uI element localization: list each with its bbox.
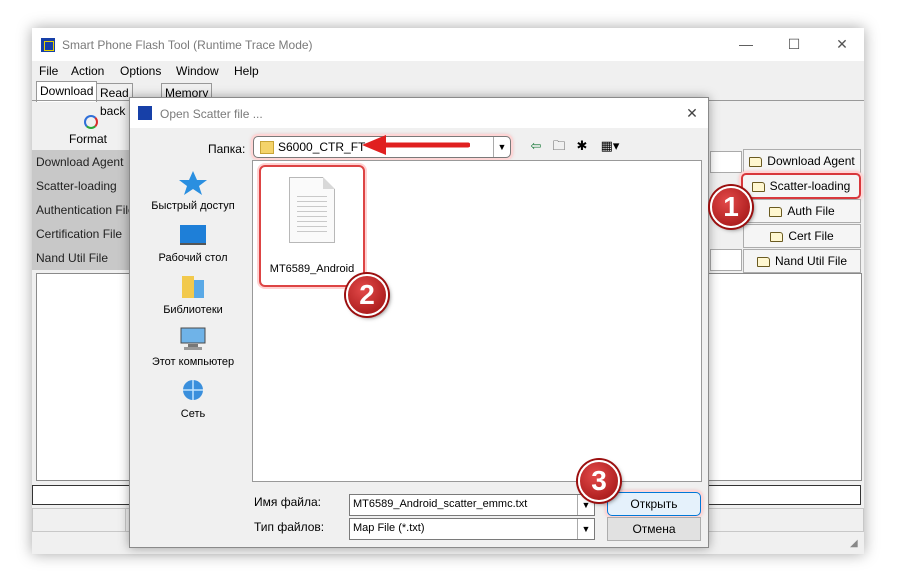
row-certification-file: Certification File xyxy=(32,222,136,246)
row-scatter-loading-file: Scatter-loading File xyxy=(32,174,136,217)
app-icon xyxy=(41,38,55,52)
row-download-agent: Download Agent xyxy=(32,150,136,174)
chevron-down-icon[interactable]: ▼ xyxy=(577,519,594,539)
chevron-down-icon: ▼ xyxy=(493,137,510,157)
download-agent-button[interactable]: Download Agent xyxy=(743,149,861,173)
annotation-arrow xyxy=(362,135,470,155)
star-icon xyxy=(179,171,207,195)
open-button[interactable]: Открыть xyxy=(607,492,701,516)
filename-label: Имя файла: xyxy=(254,495,321,509)
title-bar: Smart Phone Flash Tool (Runtime Trace Mo… xyxy=(32,28,864,61)
download-agent-field[interactable] xyxy=(710,151,742,173)
place-network[interactable]: Сеть xyxy=(140,378,246,430)
row-nand-util-file: Nand Util File xyxy=(32,246,136,270)
network-icon xyxy=(183,380,203,400)
folder-label: Папка: xyxy=(208,142,246,156)
place-desktop[interactable]: Рабочий стол xyxy=(140,222,246,274)
menu-window[interactable]: Window xyxy=(176,64,219,78)
folder-up-icon[interactable]: 🗀 xyxy=(551,138,567,154)
text-file-icon xyxy=(289,177,335,243)
row-authentication-file: Authentication File xyxy=(32,198,136,222)
filetype-label: Тип файлов: xyxy=(254,520,325,534)
desktop-icon xyxy=(180,225,206,245)
status-cell xyxy=(32,508,126,532)
menu-file[interactable]: File xyxy=(39,64,58,78)
dialog-title: Open Scatter file ... xyxy=(160,107,263,121)
menu-bar: File Action Options Window Help xyxy=(32,62,864,80)
auth-file-button[interactable]: Auth File xyxy=(743,199,861,223)
app-icon xyxy=(138,106,152,120)
computer-icon xyxy=(180,327,206,350)
menu-options[interactable]: Options xyxy=(120,64,161,78)
format-button[interactable]: Format xyxy=(38,105,138,147)
step-badge-1: 1 xyxy=(710,186,752,228)
folder-open-icon xyxy=(751,181,765,192)
resize-grip-icon[interactable]: ◢ xyxy=(850,538,858,549)
menu-help[interactable]: Help xyxy=(234,64,259,78)
file-list[interactable]: MT6589_Android xyxy=(252,160,702,482)
window-title: Smart Phone Flash Tool (Runtime Trace Mo… xyxy=(62,38,313,52)
filetype-select[interactable]: Map File (*.txt) ▼ xyxy=(349,518,595,540)
close-button[interactable]: ✕ xyxy=(832,34,852,54)
place-libraries[interactable]: Библиотеки xyxy=(140,274,246,326)
folder-icon xyxy=(260,141,274,154)
filename-input[interactable]: MT6589_Android_scatter_emmc.txt ▼ xyxy=(349,494,595,516)
minimize-button[interactable]: — xyxy=(736,34,756,54)
view-menu-icon[interactable]: ▦▾ xyxy=(597,138,623,154)
folder-open-icon xyxy=(756,256,770,267)
folder-open-icon xyxy=(769,206,783,217)
place-quick-access[interactable]: Быстрый доступ xyxy=(140,170,246,222)
folder-open-icon xyxy=(770,231,784,242)
tab-download[interactable]: Download xyxy=(36,81,98,102)
dialog-close-button[interactable]: ✕ xyxy=(682,103,702,123)
place-this-pc[interactable]: Этот компьютер xyxy=(140,326,246,378)
scatter-loading-button[interactable]: Scatter-loading xyxy=(741,173,861,199)
places-bar: Быстрый доступ Рабочий стол Библиотеки Э… xyxy=(140,160,246,438)
file-item[interactable]: MT6589_Android xyxy=(259,165,365,287)
open-file-dialog: Open Scatter file ... ✕ Папка: S6000_CTR… xyxy=(129,97,709,548)
library-icon xyxy=(182,276,204,298)
arrow-left-icon[interactable]: ⇦ xyxy=(528,138,544,154)
maximize-button[interactable]: ☐ xyxy=(784,34,804,54)
cert-file-button[interactable]: Cert File xyxy=(743,224,861,248)
menu-action[interactable]: Action xyxy=(71,64,104,78)
nand-util-field[interactable] xyxy=(710,249,742,271)
file-item-name: MT6589_Android xyxy=(269,263,355,275)
cancel-button[interactable]: Отмена xyxy=(607,517,701,541)
step-badge-2: 2 xyxy=(346,274,388,316)
format-icon xyxy=(84,115,98,129)
new-folder-icon[interactable]: ✱ xyxy=(574,138,590,154)
step-badge-3: 3 xyxy=(578,460,620,502)
nand-util-file-button[interactable]: Nand Util File xyxy=(743,249,861,273)
dialog-title-bar: Open Scatter file ... ✕ xyxy=(130,98,708,128)
folder-open-icon xyxy=(749,156,763,167)
